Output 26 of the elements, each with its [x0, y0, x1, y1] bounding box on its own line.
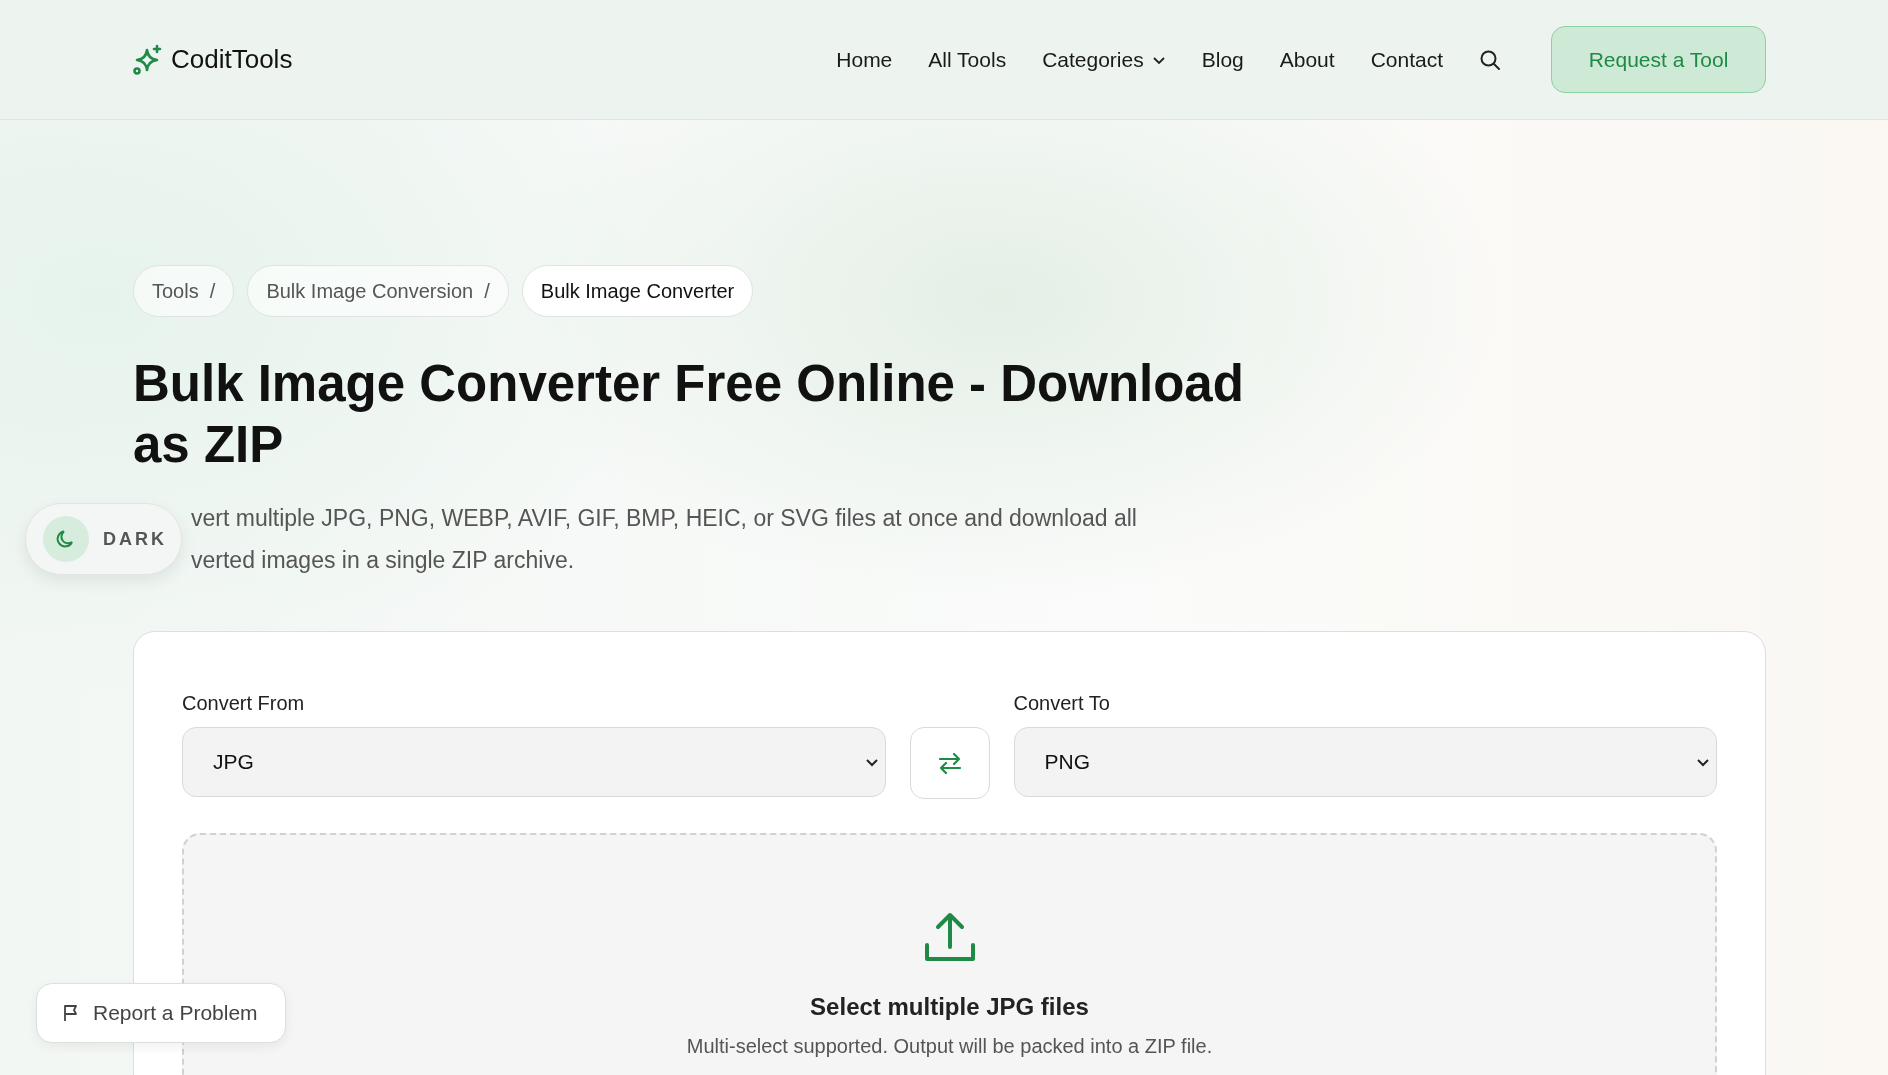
nav-link[interactable]: Contact	[1370, 47, 1443, 72]
search-icon[interactable]	[1479, 48, 1501, 71]
nav-link[interactable]: Blog	[1201, 47, 1244, 72]
dropzone-hint: Multi-select supported. Output will be packed into a ZIP file.	[686, 1035, 1213, 1058]
moon-icon	[43, 516, 89, 562]
format-dropdown[interactable]: PNG	[1013, 727, 1717, 797]
format-dropdown[interactable]: JPG	[182, 727, 886, 797]
swap-arrows-icon	[936, 750, 963, 776]
field-label: Convert From	[182, 692, 306, 715]
dark-mode-toggle[interactable]: DARK	[25, 503, 182, 575]
breadcrumb-item[interactable]: Bulk Image Conversion /	[247, 265, 509, 317]
swap-button[interactable]	[909, 727, 990, 799]
page-title: Bulk Image Converter Free Online - Download as ZIP	[133, 354, 1245, 475]
report-problem-button[interactable]: Report a Problem	[36, 983, 286, 1043]
nav-link[interactable]: Categories	[1042, 47, 1166, 72]
logo-text[interactable]: CoditTools	[171, 44, 293, 75]
nav-link[interactable]: About	[1279, 47, 1335, 72]
field-label: Convert To	[1013, 692, 1111, 715]
description-line: verted images in a single ZIP archive.	[191, 546, 576, 575]
nav-link[interactable]: All Tools	[928, 47, 1007, 72]
nav-link[interactable]: Home	[836, 47, 893, 72]
sparkle-icon	[133, 43, 163, 76]
dropzone-title: Select multiple JPG files	[810, 993, 1089, 1021]
breadcrumb-item[interactable]: Tools /	[133, 265, 235, 317]
description-line: vert multiple JPG, PNG, WEBP, AVIF, GIF, BMP, HEIC, or SVG files at once and download all	[191, 504, 1138, 533]
breadcrumb-item[interactable]: Bulk Image Converter	[521, 265, 754, 317]
